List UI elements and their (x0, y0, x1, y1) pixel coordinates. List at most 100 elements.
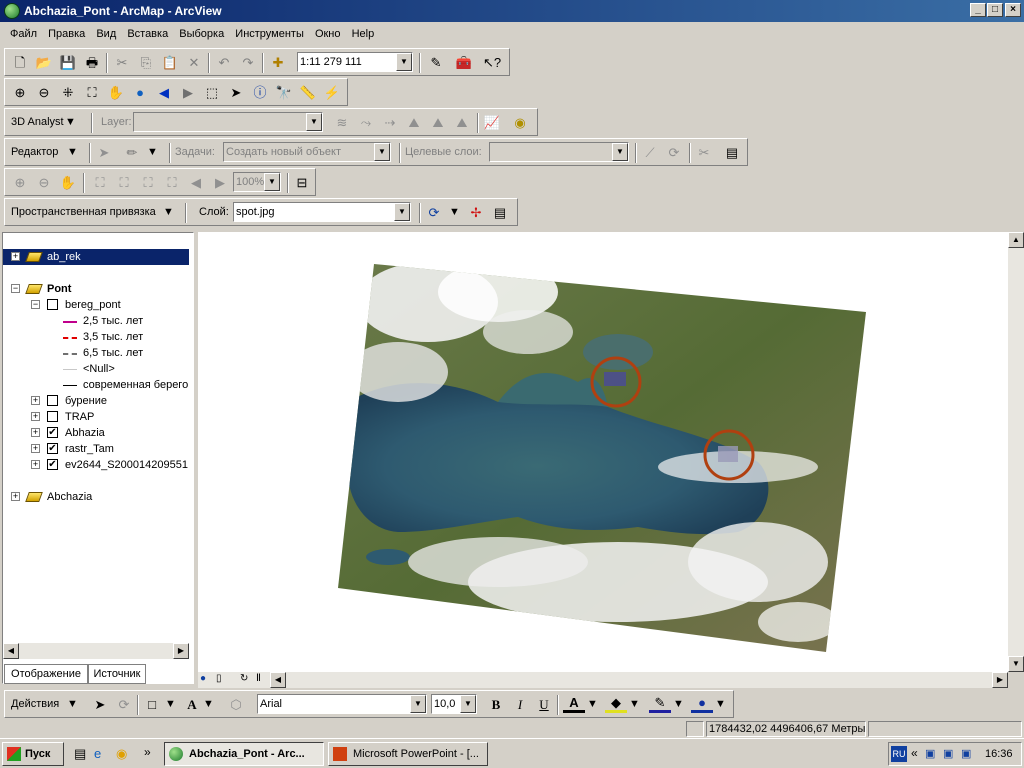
select-elements-icon[interactable]: ➤ (89, 695, 111, 715)
data-view-icon[interactable]: ● (200, 673, 206, 684)
task-combo[interactable]: Создать новый объект ▼ (223, 142, 391, 162)
chevron-down-icon[interactable]: ▼ (306, 113, 322, 131)
arcmap-icon[interactable] (4, 3, 20, 19)
underline-button[interactable]: U (533, 695, 555, 715)
tab-display[interactable]: Отображение (4, 664, 88, 684)
steepest-path-icon[interactable]: ⤳ (355, 113, 377, 133)
editor-menu[interactable]: Редактор (11, 146, 58, 158)
toc-dataframe-ab-rek[interactable]: + ab_rek (3, 249, 189, 265)
font-color-icon[interactable]: A (563, 695, 585, 713)
rotate-georef-icon[interactable]: ⟳ (423, 203, 445, 223)
paste-icon[interactable]: 📋 (159, 53, 181, 73)
layer-checkbox-checked[interactable]: ✔ (47, 459, 58, 470)
toc-dataframe-abchazia[interactable]: + Abchazia (3, 489, 189, 505)
contour-icon[interactable]: ≋ (331, 113, 353, 133)
split-tool-icon[interactable]: ⟋ (639, 143, 661, 163)
menu-file[interactable]: Файл (6, 24, 41, 44)
fixed-zoom-out-layout-icon[interactable]: ⛶ (137, 173, 159, 193)
sketch-tool-icon[interactable]: ✏ (121, 143, 143, 163)
layout-view-icon[interactable]: ▯ (216, 673, 222, 684)
menu-help[interactable]: Help (348, 24, 379, 44)
collapse-icon[interactable]: − (11, 284, 20, 293)
select-features-icon[interactable]: ⬚ (201, 83, 223, 103)
chevron-down-icon[interactable]: ▼ (715, 698, 726, 710)
fill-color-icon[interactable]: ◆ (605, 695, 627, 713)
print-icon[interactable]: 🖶 (81, 53, 103, 73)
chevron-down-icon[interactable]: ▼ (67, 146, 78, 158)
edit-tool-icon[interactable]: ➤ (93, 143, 115, 163)
fixed-zoom-in-layout-icon[interactable]: ⛶ (113, 173, 135, 193)
italic-button[interactable]: I (509, 695, 531, 715)
layout-back-icon[interactable]: ◀ (185, 173, 207, 193)
marker-color-icon[interactable]: ● (691, 695, 713, 713)
fixed-zoom-out-icon[interactable]: ⛶ (81, 83, 103, 103)
identify-icon[interactable]: ⓘ (249, 83, 271, 103)
scroll-right-button[interactable]: ▶ (992, 672, 1008, 688)
toc-h-scrollbar[interactable] (19, 643, 173, 659)
zoom-in-icon[interactable]: ⊕ (9, 83, 31, 103)
line-of-sight-icon[interactable]: ⇢ (379, 113, 401, 133)
zoom-out-icon[interactable]: ⊖ (33, 83, 55, 103)
rectangle-icon[interactable]: □ (141, 695, 163, 715)
toc-layer-burenie[interactable]: + бурение (3, 393, 189, 409)
chevron-down-icon[interactable]: ▼ (165, 698, 176, 710)
forward-icon[interactable]: ▶ (177, 83, 199, 103)
menu-window[interactable]: Окно (311, 24, 345, 44)
more-icon[interactable]: » (144, 745, 151, 759)
menu-edit[interactable]: Правка (44, 24, 89, 44)
toc-layer-ev2644[interactable]: + ✔ ev2644_S200014209551 (3, 457, 189, 473)
chevron-down-icon[interactable]: ▼ (264, 173, 280, 191)
actions-menu[interactable]: Действия (11, 698, 59, 710)
whats-this-icon[interactable]: ↖? (481, 53, 503, 73)
rotate-tool-icon[interactable]: ⟳ (663, 143, 685, 163)
text-icon[interactable]: A (181, 695, 203, 715)
arcscene-icon[interactable]: ◉ (509, 113, 531, 133)
pan-icon[interactable]: ✋ (105, 83, 127, 103)
create-profile-graph-icon[interactable]: 📈 (481, 113, 503, 133)
line-color-icon[interactable]: ✎ (649, 695, 671, 713)
menu-insert[interactable]: Вставка (123, 24, 172, 44)
expand-icon[interactable]: + (11, 492, 20, 501)
chevron-down-icon[interactable]: ▼ (396, 53, 412, 71)
profile-line-icon[interactable]: ⛰ (403, 113, 425, 133)
expand-icon[interactable]: + (31, 396, 40, 405)
full-extent-icon[interactable]: ● (129, 83, 151, 103)
add-data-icon[interactable]: ✚ (267, 53, 289, 73)
layer-checkbox[interactable] (47, 299, 58, 310)
chevron-down-icon[interactable]: ▼ (612, 143, 628, 161)
desktop-icon[interactable]: ▤ (74, 746, 86, 762)
toc-layer-rastr-tam[interactable]: + ✔ rastr_Tam (3, 441, 189, 457)
target-combo[interactable]: ▼ (489, 142, 629, 162)
toc-layer-bereg-pont[interactable]: − bereg_pont (3, 297, 189, 313)
save-icon[interactable]: 💾 (57, 53, 79, 73)
back-icon[interactable]: ◀ (153, 83, 175, 103)
layout-zoom-out-icon[interactable]: ⊖ (33, 173, 55, 193)
arctoolbox-icon[interactable]: 🧰 (453, 53, 475, 73)
maximize-button[interactable]: □ (987, 3, 1003, 17)
zoom-100-icon[interactable]: ⛶ (161, 173, 183, 193)
expand-icon[interactable]: + (31, 412, 40, 421)
layer-checkbox-checked[interactable]: ✔ (47, 427, 58, 438)
font-combo[interactable]: Arial ▼ (257, 694, 427, 714)
chevron-down-icon[interactable]: ▼ (629, 698, 640, 710)
edit-vertices-icon[interactable]: ⬡ (225, 695, 247, 715)
interpolate-line-icon[interactable]: ⛰ (427, 113, 449, 133)
media-icon[interactable]: ◉ (116, 746, 127, 762)
3d-analyst-menu[interactable]: 3D Analyst (11, 116, 64, 128)
toc-dataframe-pont[interactable]: − Pont (3, 281, 189, 297)
expand-icon[interactable]: + (11, 252, 20, 261)
link-table-icon[interactable]: ▤ (489, 203, 511, 223)
bold-button[interactable]: B (485, 695, 507, 715)
refresh-icon[interactable]: ↻ (240, 673, 248, 684)
start-button[interactable]: Пуск (2, 742, 64, 766)
chevron-down-icon[interactable]: ▼ (673, 698, 684, 710)
ie-icon[interactable]: e (94, 746, 101, 761)
chevron-down-icon[interactable]: ▼ (410, 695, 426, 713)
layer-checkbox-checked[interactable]: ✔ (47, 443, 58, 454)
cut-icon[interactable]: ✂ (111, 53, 133, 73)
close-button[interactable]: × (1005, 3, 1021, 17)
font-size-combo[interactable]: 10,0 ▼ (431, 694, 477, 714)
language-indicator[interactable]: RU (891, 746, 907, 762)
chevron-down-icon[interactable]: ▼ (163, 206, 174, 218)
network-icon[interactable]: ▣ (925, 747, 935, 760)
